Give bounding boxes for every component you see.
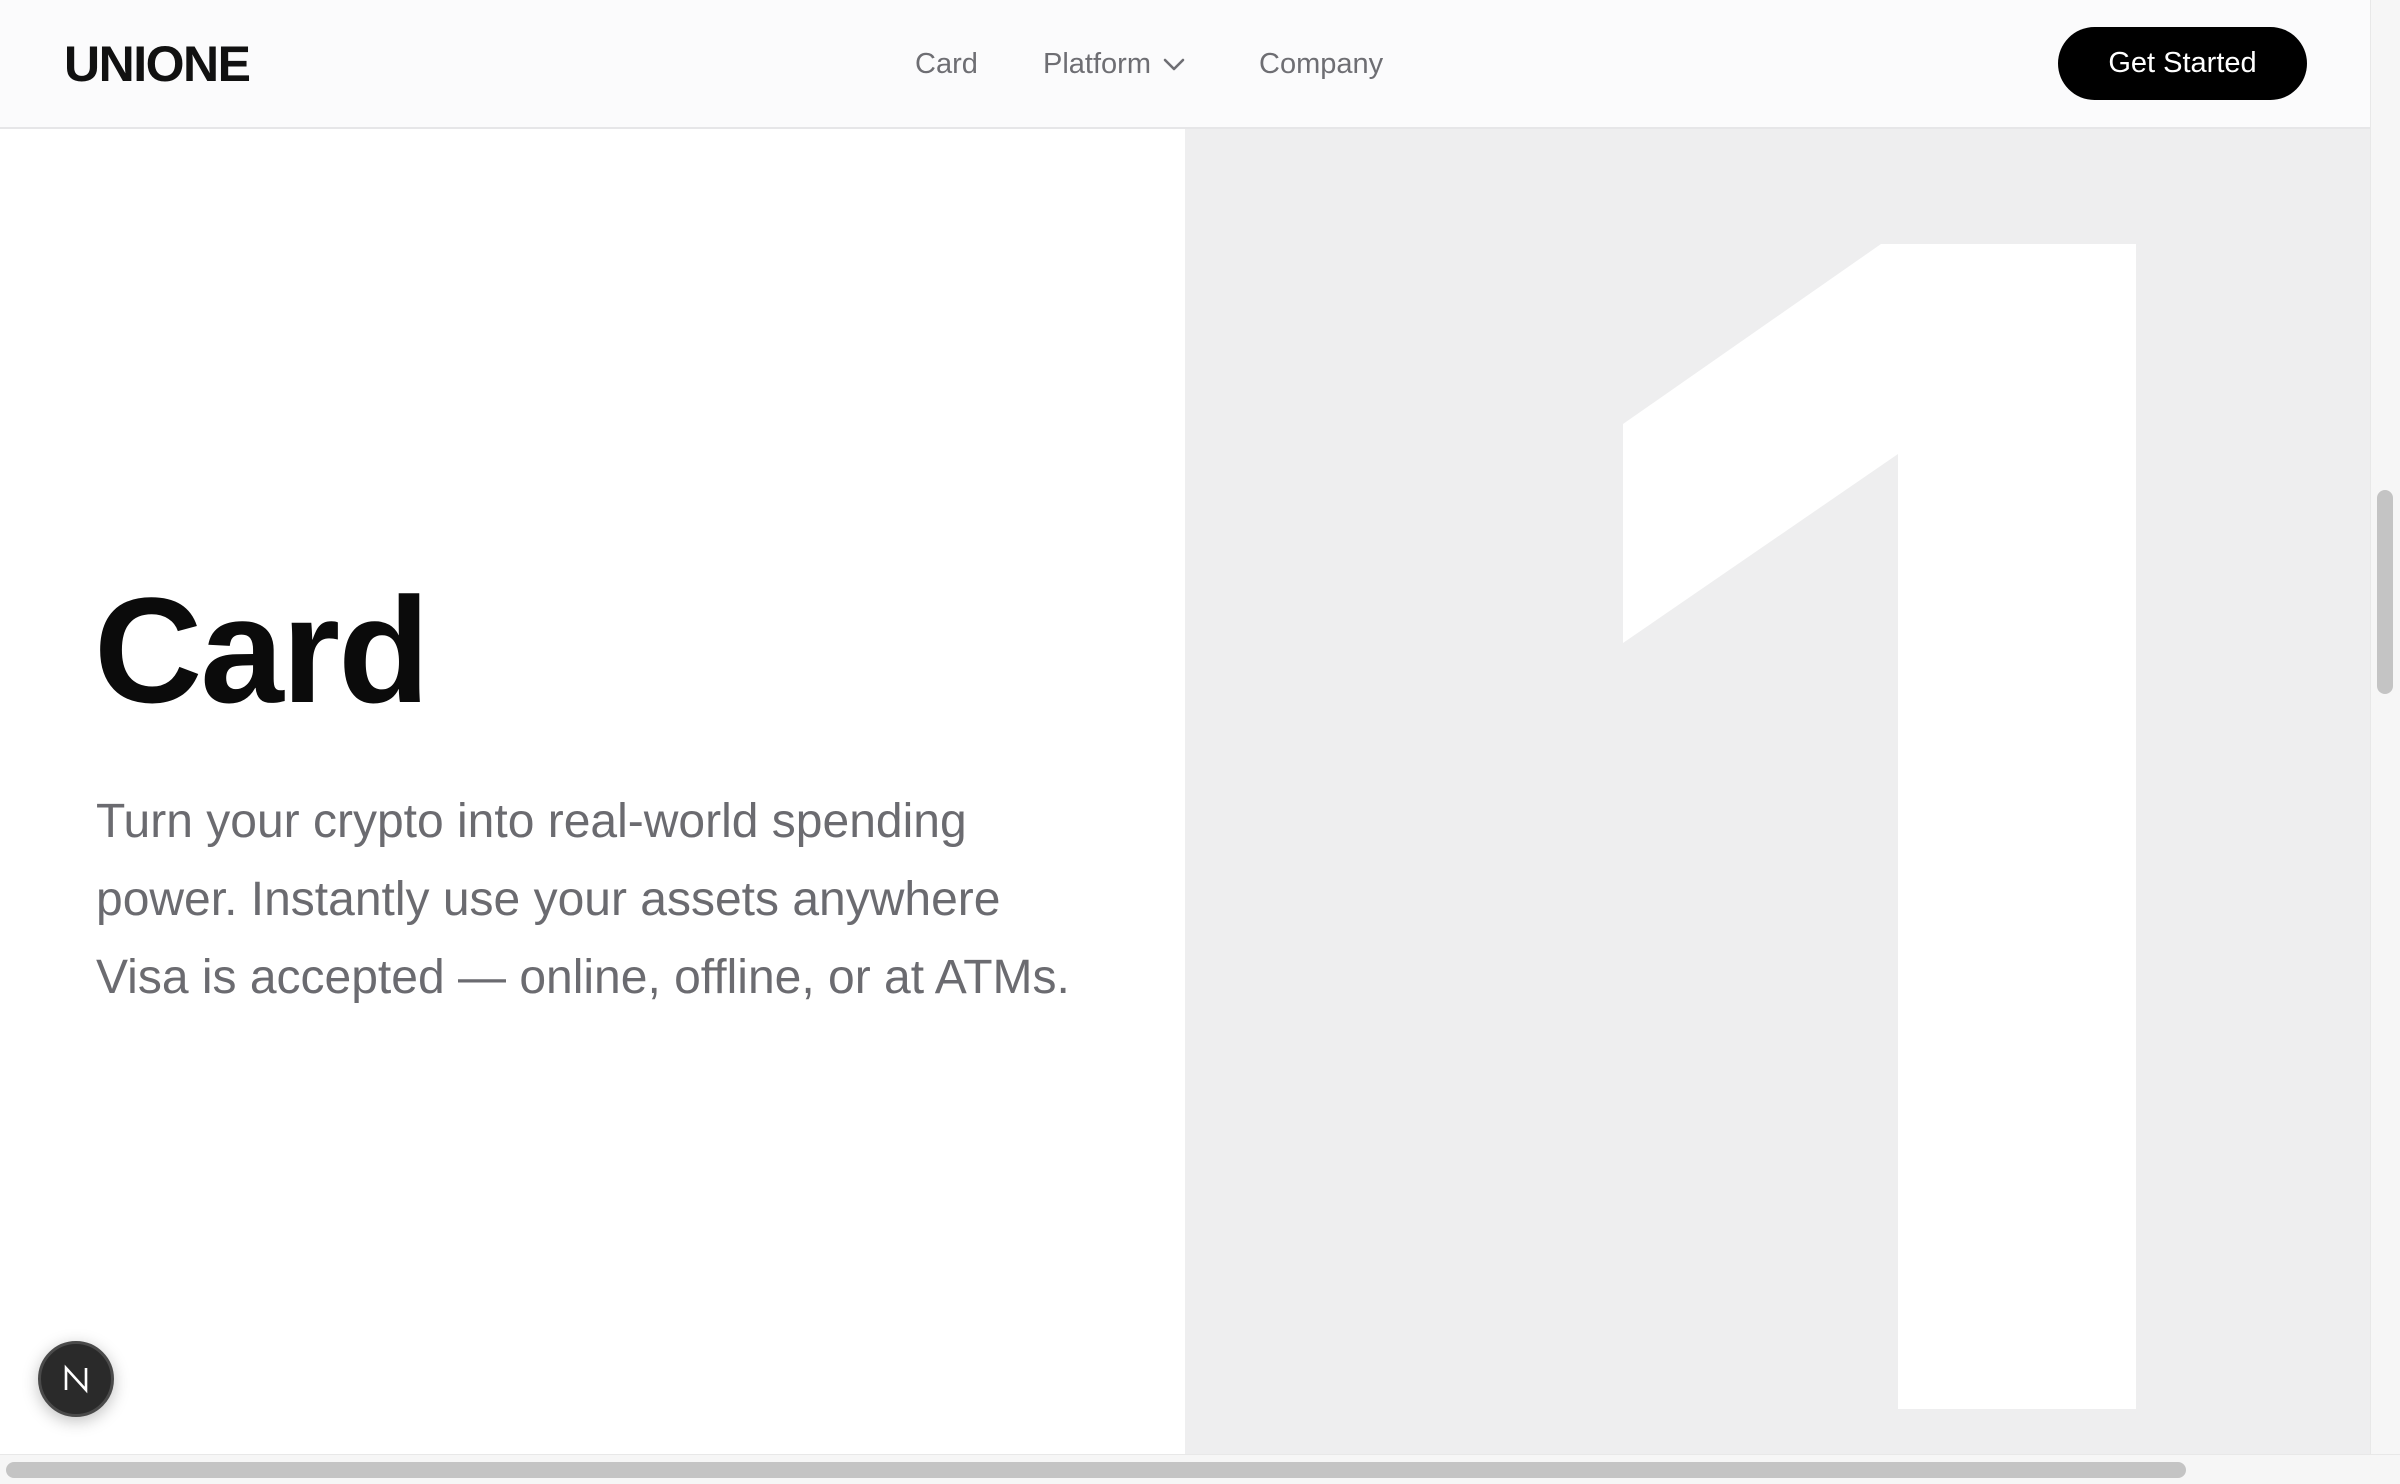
nav-card-link[interactable]: Card [915,44,978,84]
site-header: UNIONE Card Platform Company Get Started [0,0,2370,129]
nav-platform-dropdown[interactable]: Platform [1043,44,1185,84]
main-nav: Card Platform Company [0,0,2370,128]
get-started-button[interactable]: Get Started [2058,27,2307,100]
page: UNIONE Card Platform Company Get Started… [0,0,2400,1484]
numeral-one-graphic [1623,244,2136,1409]
hero-description: Turn your crypto into real-world spendin… [96,795,1070,1004]
hero-graphic-panel [1185,129,2370,1454]
vertical-scrollbar-track[interactable] [2370,0,2400,1454]
nav-company-link[interactable]: Company [1259,44,1383,84]
nav-platform-label: Platform [1043,48,1151,80]
hero-title: Card [94,566,430,734]
n-logo-badge[interactable] [38,1341,114,1417]
vertical-scrollbar-thumb[interactable] [2377,490,2393,694]
chevron-down-icon [1163,58,1185,71]
n-logo-icon [64,1364,88,1394]
horizontal-scrollbar-thumb[interactable] [6,1462,2186,1478]
